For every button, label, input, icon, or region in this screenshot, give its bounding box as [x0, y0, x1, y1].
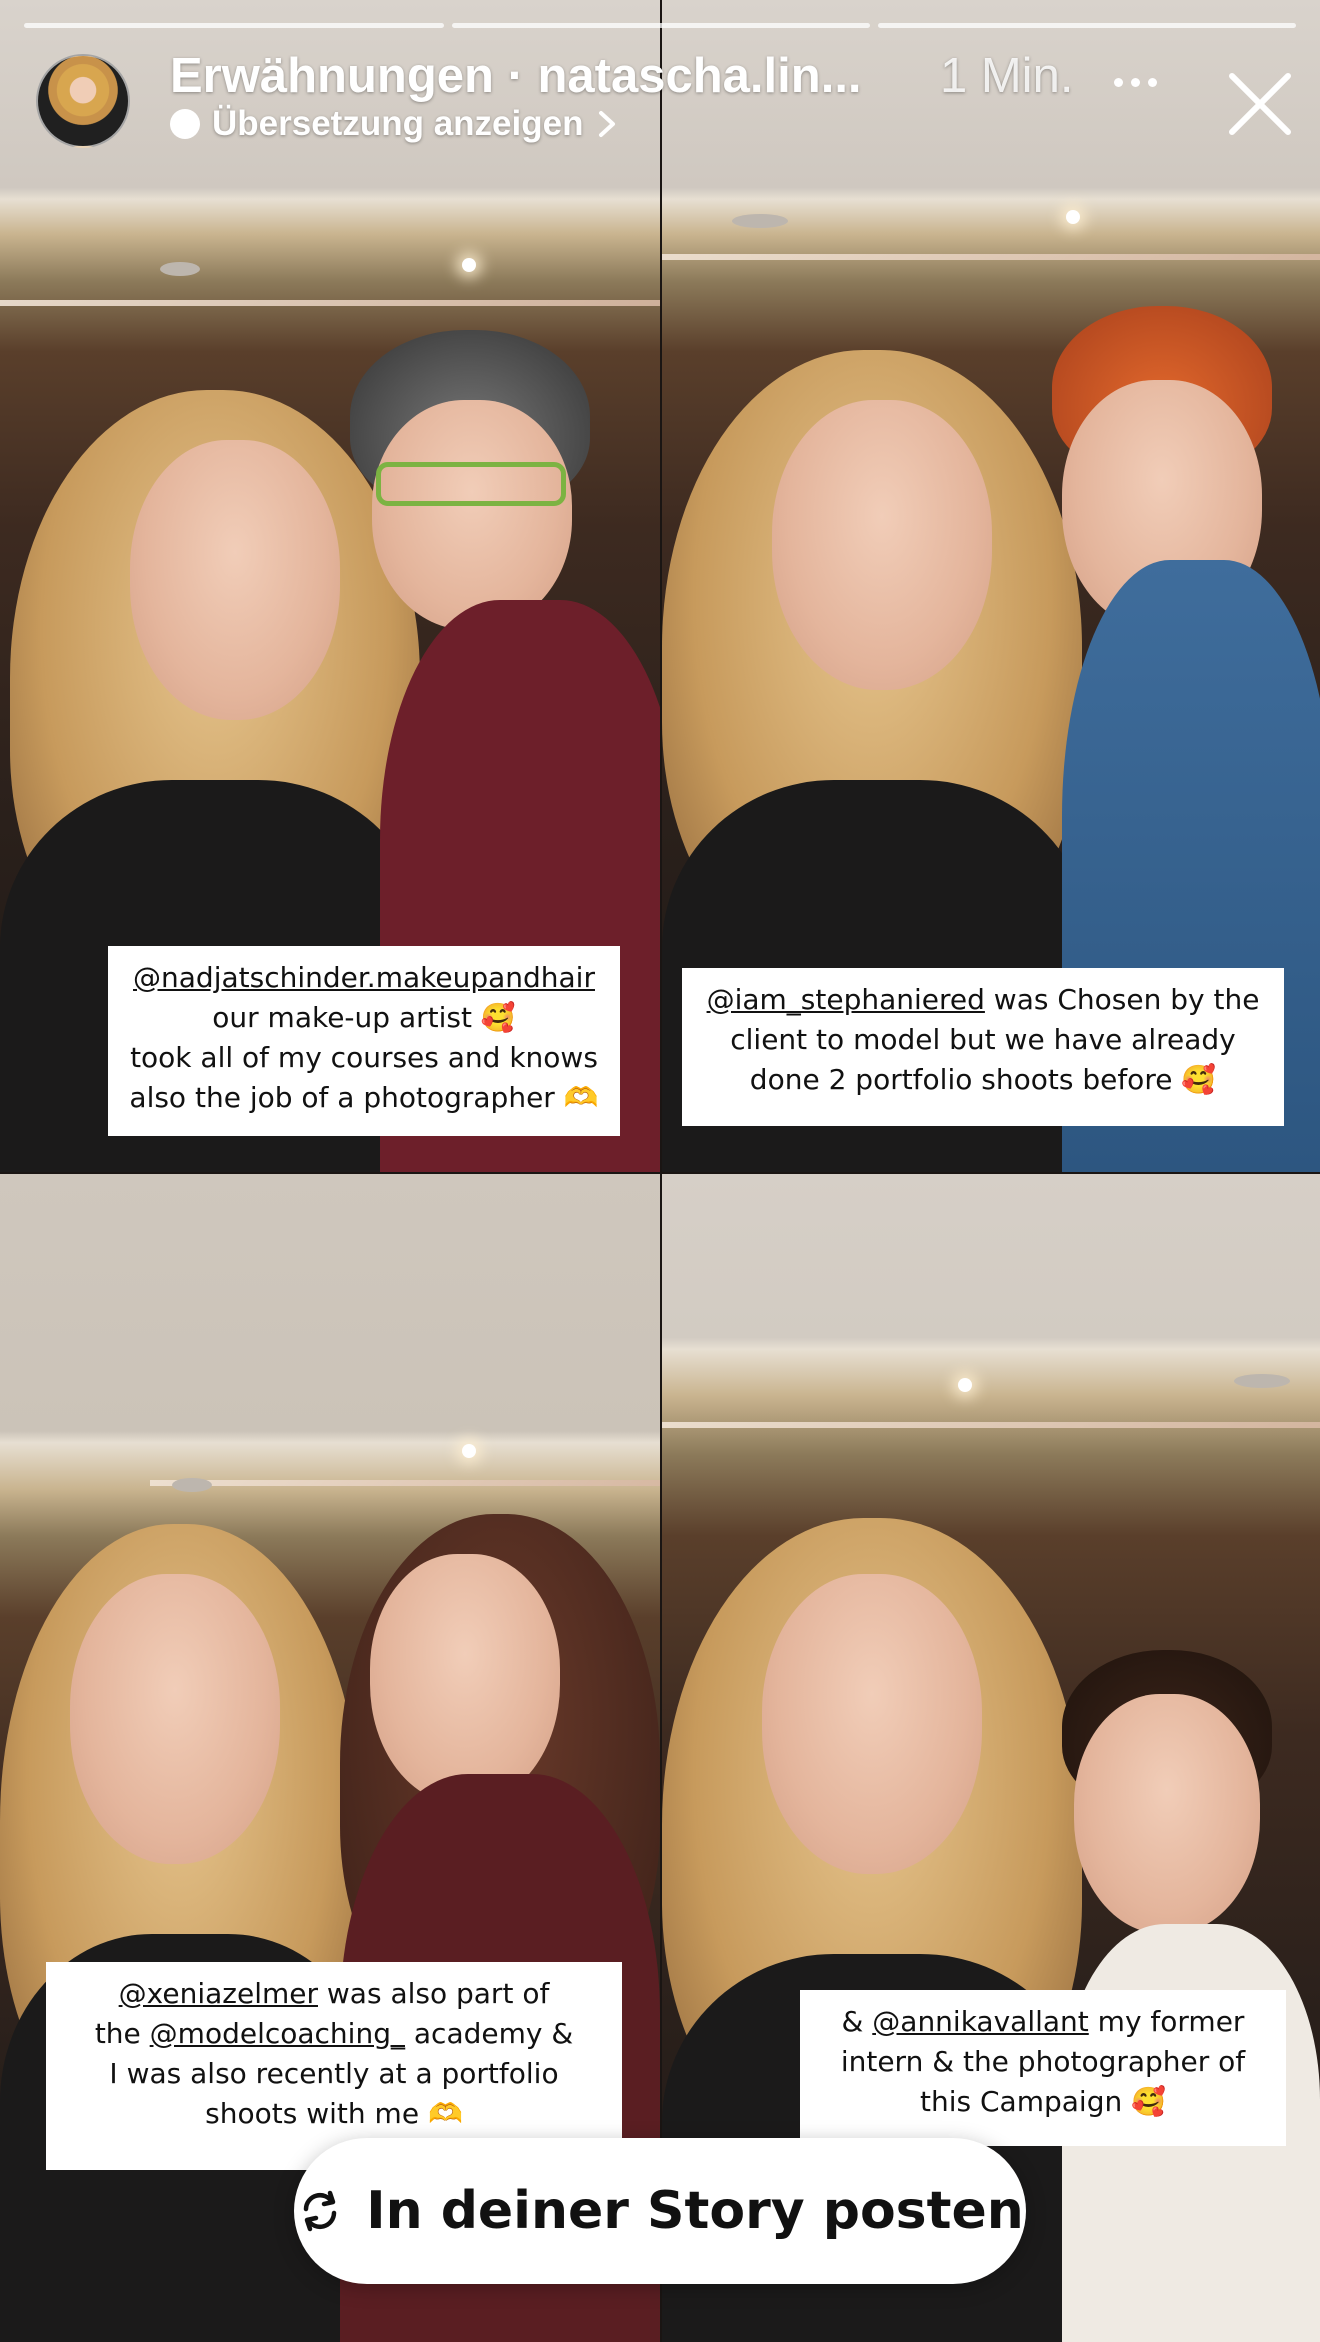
share-to-story-label: In deiner Story posten — [366, 2181, 1024, 2241]
progress-segment-3 — [878, 23, 1296, 28]
profile-avatar[interactable] — [36, 54, 130, 148]
story-title[interactable]: Erwähnungen · natascha.lin... — [170, 48, 862, 104]
more-dots-icon[interactable] — [1114, 62, 1168, 102]
story-photo-1: @nadjatschinder.makeupandhair our make-u… — [0, 0, 660, 1172]
caption-1: @nadjatschinder.makeupandhair our make-u… — [108, 946, 620, 1136]
story-collage: @nadjatschinder.makeupandhair our make-u… — [0, 0, 1320, 2342]
story-timestamp: 1 Min. — [940, 49, 1074, 103]
progress-segment-2 — [452, 23, 870, 28]
caption-4: & @annikavallant my former intern & the … — [800, 1990, 1286, 2146]
chevron-right-icon — [599, 111, 616, 137]
close-icon[interactable] — [1226, 70, 1294, 138]
progress-segment-1 — [24, 23, 444, 28]
translate-bubble-icon — [170, 109, 200, 139]
mention-link[interactable]: @nadjatschinder.makeupandhair — [133, 961, 595, 994]
mention-link[interactable]: @modelcoaching_ — [150, 2017, 405, 2050]
translate-row[interactable]: Übersetzung anzeigen — [170, 104, 621, 144]
mention-link[interactable]: @annikavallant — [872, 2005, 1088, 2038]
repost-icon — [303, 2190, 337, 2232]
share-to-story-button[interactable]: In deiner Story posten — [294, 2138, 1026, 2284]
mention-link[interactable]: @xeniazelmer — [119, 1977, 318, 2010]
translate-label[interactable]: Übersetzung anzeigen — [212, 104, 583, 144]
caption-2: @iam_stephaniered was Chosen by the clie… — [682, 968, 1284, 1126]
mention-link[interactable]: @iam_stephaniered — [707, 983, 985, 1016]
story-photo-2: @iam_stephaniered was Chosen by the clie… — [662, 0, 1320, 1172]
